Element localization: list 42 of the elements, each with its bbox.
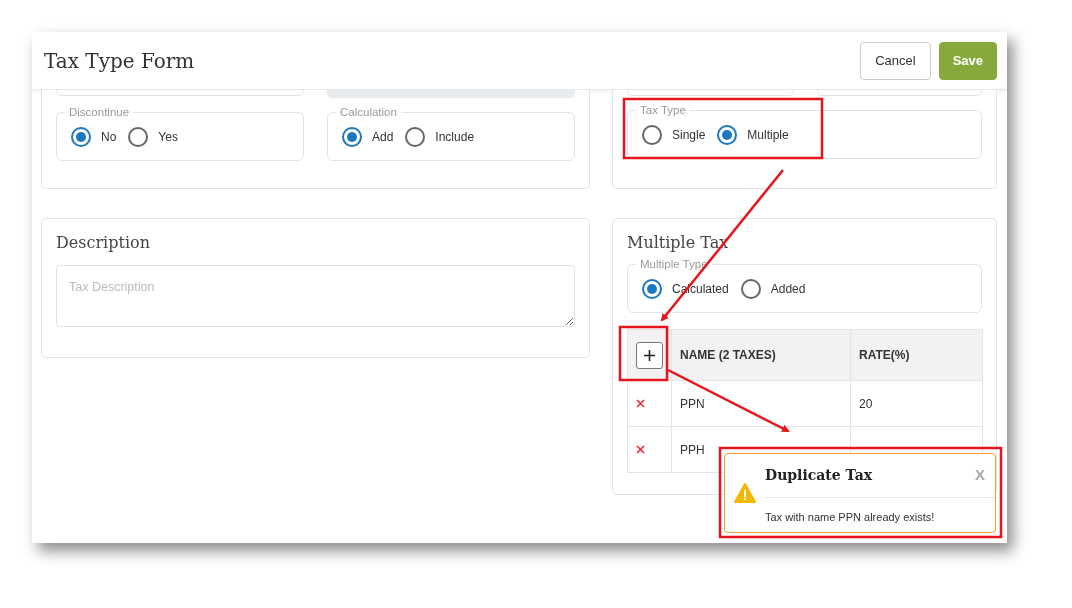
table-cell: PPN bbox=[680, 396, 705, 411]
delete-icon[interactable] bbox=[636, 398, 645, 408]
radio-button[interactable] bbox=[642, 278, 662, 299]
warning-icon bbox=[734, 483, 756, 503]
table-cell: PPH bbox=[680, 442, 705, 457]
radio-button[interactable] bbox=[717, 124, 738, 145]
cancel-button[interactable]: Cancel bbox=[860, 41, 931, 80]
radio-label: Added bbox=[770, 280, 806, 298]
radio-label: Include bbox=[435, 128, 475, 146]
radio-button[interactable] bbox=[405, 126, 426, 147]
add-button[interactable] bbox=[636, 341, 663, 369]
radio-button[interactable] bbox=[642, 124, 662, 145]
radio-button[interactable] bbox=[71, 126, 91, 147]
column-header: RATE(%) bbox=[859, 348, 910, 362]
group-label: Multiple Type bbox=[639, 259, 709, 271]
radio-label: Multiple bbox=[747, 126, 789, 144]
radio-button[interactable] bbox=[740, 278, 761, 299]
toast-message: Tax with name PPN already exists! bbox=[765, 510, 936, 525]
form-title: Tax Type Form bbox=[44, 47, 195, 75]
toast-title: Duplicate Tax bbox=[765, 466, 873, 485]
radio-label: Add bbox=[372, 128, 394, 146]
input-field[interactable] bbox=[627, 90, 794, 96]
group-label: Discontinue bbox=[68, 107, 131, 119]
input-field[interactable] bbox=[56, 90, 304, 96]
radio-button[interactable] bbox=[342, 126, 362, 147]
close-button[interactable]: X bbox=[975, 464, 985, 487]
radio-label: Single bbox=[672, 126, 706, 144]
section-title: Description bbox=[56, 232, 151, 254]
input-field[interactable] bbox=[816, 90, 982, 96]
column-header: NAME (2 TAXES) bbox=[680, 348, 776, 362]
plus-icon bbox=[643, 348, 656, 362]
highlight-box bbox=[618, 325, 669, 382]
delete-icon[interactable] bbox=[636, 444, 645, 454]
radio-label: Yes bbox=[158, 128, 178, 146]
radio-button[interactable] bbox=[128, 126, 149, 147]
group-label: Calculation bbox=[339, 107, 398, 119]
description-field[interactable]: Tax Description bbox=[56, 265, 575, 327]
group-label: Tax Type bbox=[639, 105, 687, 117]
radio-label: No bbox=[101, 128, 117, 146]
table-cell: 20 bbox=[859, 396, 873, 411]
input-field[interactable] bbox=[327, 90, 575, 98]
save-button[interactable]: Save bbox=[938, 41, 997, 80]
